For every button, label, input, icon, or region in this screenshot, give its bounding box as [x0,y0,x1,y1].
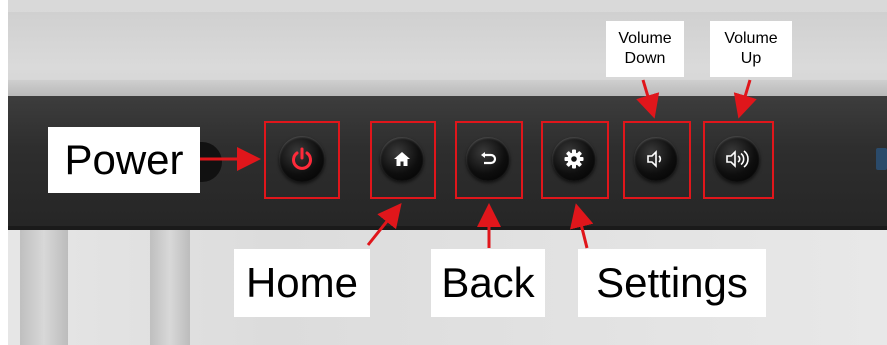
home-label-text: Home [245,259,359,306]
volume-down-button[interactable] [634,137,678,181]
volume-up-label-line2: Up [740,50,762,67]
volume-up-label: Volume Up [710,21,792,77]
volume-up-button[interactable] [714,136,760,182]
volume-up-label-line1: Volume [724,30,778,47]
settings-label: Settings [578,249,766,317]
back-label-text: Back [441,259,535,306]
volume-up-icon [726,150,749,168]
volume-down-icon [647,150,662,168]
stand-leg [150,230,190,345]
power-button[interactable] [279,136,325,182]
stand-leg [20,230,68,345]
frame-edge [8,80,887,96]
gear-icon [564,149,584,169]
home-button[interactable] [380,137,424,181]
back-button[interactable] [466,137,510,181]
settings-label-text: Settings [596,259,748,306]
image-border [0,0,8,345]
volume-down-label-line2: Down [624,50,666,67]
back-arrow-icon [481,152,497,165]
volume-down-label-line1: Volume [618,30,672,47]
usb-port [876,148,887,170]
power-label: Power [48,127,200,193]
home-label: Home [234,249,370,317]
settings-button[interactable] [552,137,596,181]
control-bar-edge [8,226,887,230]
home-icon [394,152,410,166]
power-icon [292,147,312,170]
power-label-text: Power [64,136,184,183]
back-label: Back [431,249,545,317]
volume-down-label: Volume Down [606,21,684,77]
panel-photo: Power Home Back Settings Volume Down Vol… [0,0,887,345]
